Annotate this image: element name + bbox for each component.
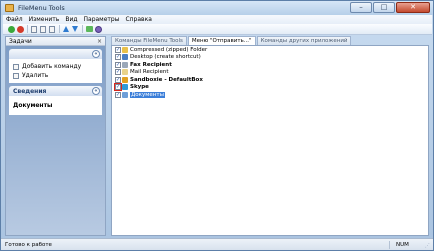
app-icon [5, 4, 14, 12]
maximize-button[interactable]: □ [373, 2, 395, 13]
item-label: Desktop (create shortcut) [130, 54, 201, 61]
new-button[interactable] [30, 25, 38, 33]
toolbar-separator [59, 25, 60, 33]
item-checkbox[interactable]: ✓ [115, 54, 121, 61]
menu-options[interactable]: Параметры [84, 16, 120, 23]
app-window: FileMenu Tools – □ ✕ Файл Изменить Вид П… [0, 0, 434, 251]
tab-filemenu-commands[interactable]: Команды FileMenu Tools [111, 36, 187, 45]
task-delete[interactable]: Удалить [13, 71, 98, 80]
item-checkbox[interactable]: ✓ [115, 91, 121, 98]
item-checkbox[interactable]: ✓ [115, 61, 121, 68]
resize-grip-icon[interactable]: ⋰ [425, 243, 431, 249]
settings-button[interactable] [94, 25, 102, 33]
list-item[interactable]: ✓ Skype [112, 83, 428, 92]
panel-close-icon[interactable]: × [97, 38, 102, 45]
tab-other-app-commands[interactable]: Команды других приложений [256, 36, 352, 45]
sandboxie-icon [122, 76, 128, 83]
documents-icon [122, 91, 128, 98]
paste-button[interactable] [48, 25, 56, 33]
tasks-panel-title: Задачи [9, 37, 32, 45]
toolbar [3, 24, 432, 35]
desktop-icon [122, 54, 128, 61]
stop-button[interactable] [16, 25, 24, 33]
add-command-icon [13, 63, 19, 70]
item-checkbox[interactable]: ✓ [115, 46, 121, 53]
paste-icon [49, 25, 55, 33]
close-button[interactable]: ✕ [396, 2, 430, 13]
item-label: Compressed (zipped) Folder [130, 46, 208, 53]
collapse-icon[interactable]: « [92, 50, 100, 58]
move-up-button[interactable] [62, 25, 70, 33]
menu-file[interactable]: Файл [6, 16, 23, 23]
list-item[interactable]: ✓ Desktop (create shortcut) [112, 54, 428, 62]
item-label: Sandboxie - DefaultBox [130, 76, 203, 83]
menu-help[interactable]: Справка [125, 16, 151, 23]
list-item[interactable]: ✓ Sandboxie - DefaultBox [112, 76, 428, 84]
toolbar-separator [27, 25, 28, 33]
copy-icon [40, 25, 46, 33]
minimize-button[interactable]: – [350, 2, 372, 13]
task-add-command[interactable]: Добавить команду [13, 62, 98, 71]
skype-icon [122, 84, 128, 91]
item-label: Mail Recipient [130, 69, 169, 76]
tab-strip: Команды FileMenu Tools Меню "Отправить..… [111, 36, 352, 46]
apply-button[interactable] [7, 25, 15, 33]
info-group-header[interactable]: Сведения « [9, 86, 102, 96]
move-down-icon [72, 26, 78, 32]
tasks-group-body: Добавить команду Удалить [9, 59, 102, 83]
item-label: Fax Recipient [130, 61, 172, 68]
apply-icon [7, 25, 15, 33]
tasks-panel-header: Задачи × [6, 37, 105, 46]
item-checkbox[interactable]: ✓ [115, 76, 121, 83]
info-group-title: Сведения [13, 87, 47, 95]
item-label: Skype [130, 84, 149, 91]
zip-folder-icon [122, 46, 128, 53]
send-to-list: ✓ Compressed (zipped) Folder ✓ Desktop (… [111, 45, 429, 236]
toolbar-separator [82, 25, 83, 33]
title-bar: FileMenu Tools – □ ✕ [1, 1, 433, 15]
list-item[interactable]: ✓ Mail Recipient [112, 69, 428, 77]
menu-edit[interactable]: Изменить [29, 16, 60, 23]
new-icon [31, 25, 37, 33]
main-area: Команды FileMenu Tools Меню "Отправить..… [111, 36, 429, 236]
tasks-panel-body: « Добавить команду Удалить Сведения « До… [6, 46, 105, 235]
list-item[interactable]: ✓ Compressed (zipped) Folder [112, 46, 428, 54]
window-title: FileMenu Tools [18, 4, 65, 12]
green-icon [85, 26, 93, 32]
delete-icon [13, 72, 19, 79]
list-item[interactable]: ✓ Fax Recipient [112, 61, 428, 69]
move-down-button[interactable] [71, 25, 79, 33]
task-label: Добавить команду [22, 63, 82, 70]
task-label: Удалить [22, 72, 49, 79]
status-bar: Готово к работе NUM ⋰ [1, 238, 433, 250]
item-label: Документы [130, 91, 165, 98]
tasks-group-header[interactable]: « [9, 49, 102, 59]
num-lock-indicator: NUM [389, 241, 423, 249]
menu-view[interactable]: Вид [65, 16, 77, 23]
list-item-selected[interactable]: ✓ Документы [112, 91, 428, 99]
mail-icon [122, 69, 128, 76]
copy-button[interactable] [39, 25, 47, 33]
window-controls: – □ ✕ [350, 2, 430, 13]
tasks-group: « Добавить команду Удалить [9, 49, 102, 83]
green-button[interactable] [85, 25, 93, 33]
move-up-icon [63, 26, 69, 32]
info-group: Сведения « Документы [9, 86, 102, 115]
info-group-body: Документы [9, 96, 102, 115]
settings-icon [94, 25, 102, 33]
stop-icon [16, 25, 24, 33]
menu-bar: Файл Изменить Вид Параметры Справка [3, 15, 432, 24]
collapse-icon[interactable]: « [92, 87, 100, 95]
info-content-title: Документы [13, 102, 53, 109]
tasks-panel: Задачи × « Добавить команду Удалить Свед… [5, 36, 106, 236]
status-text: Готово к работе [5, 241, 52, 248]
item-checkbox[interactable]: ✓ [115, 69, 121, 76]
fax-icon [122, 61, 128, 68]
item-checkbox[interactable]: ✓ [114, 83, 122, 92]
